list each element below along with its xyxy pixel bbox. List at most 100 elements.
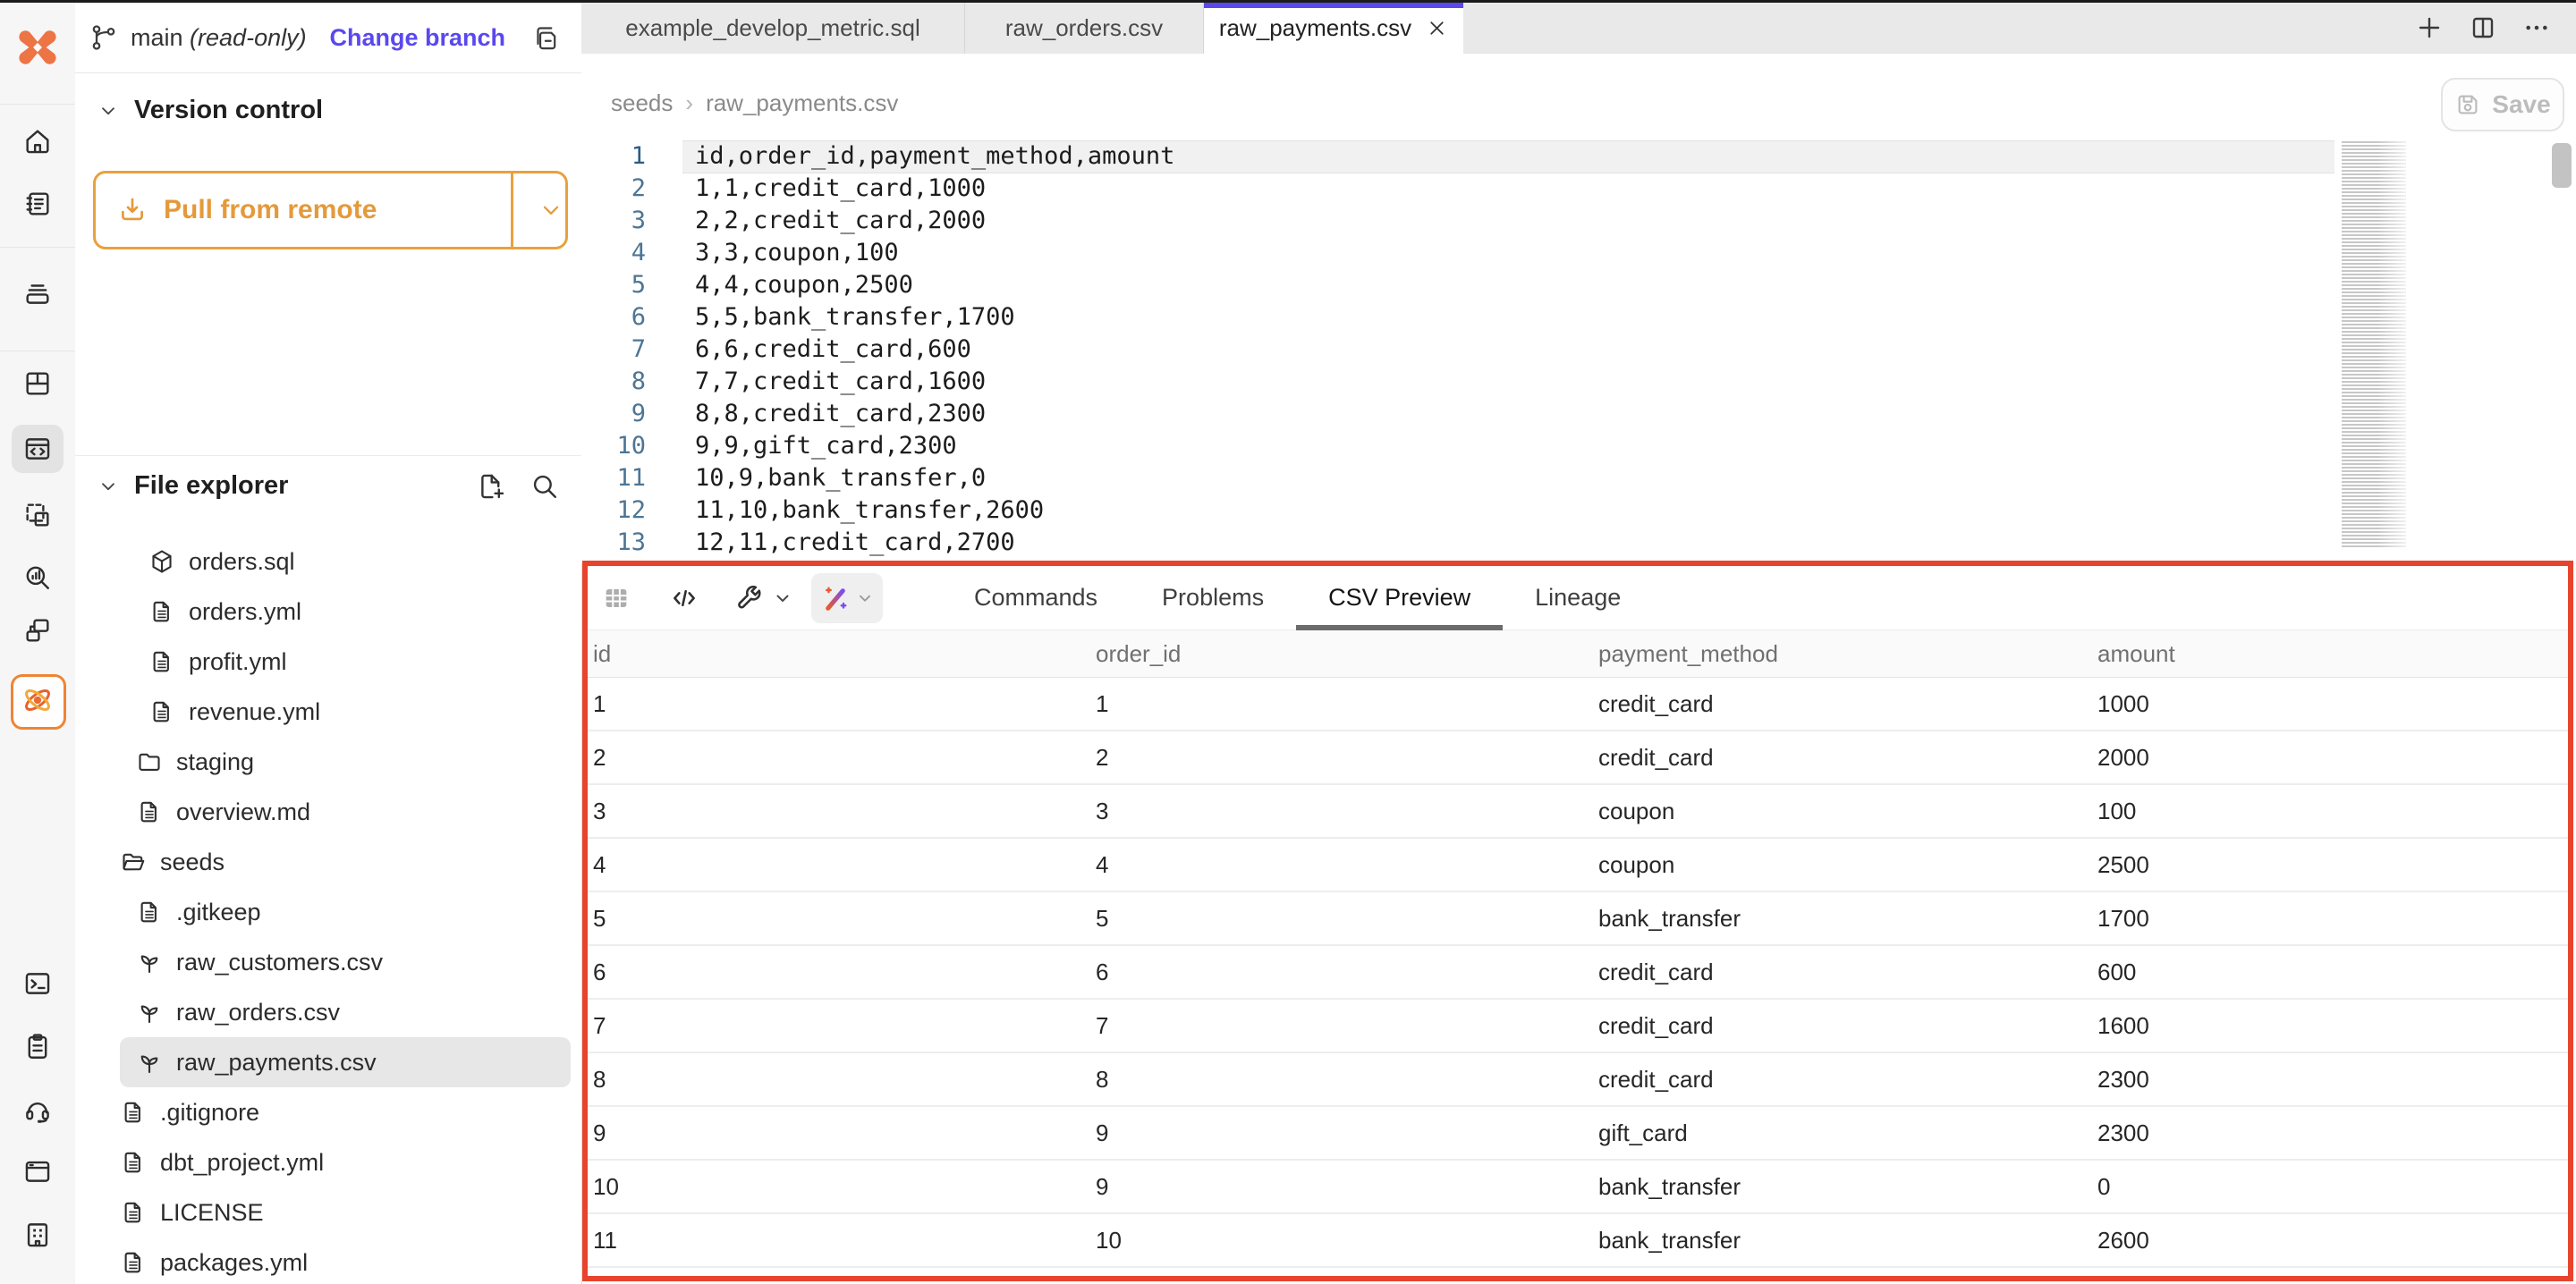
file-name: raw_orders.csv — [176, 999, 340, 1026]
new-tab-icon[interactable] — [2415, 13, 2444, 42]
table-cell: 7 — [1096, 1012, 1598, 1040]
line-number: 6 — [581, 301, 646, 334]
dashboard-icon[interactable] — [22, 368, 53, 399]
column-header-id: id — [593, 640, 1096, 668]
panel-tab-commands[interactable]: Commands — [942, 566, 1130, 629]
current-branch-label: main (read-only) — [131, 24, 307, 52]
file-item-gitignore[interactable]: .gitignore — [120, 1087, 571, 1137]
editor-tab-raw-payments-csv[interactable]: raw_payments.csv — [1204, 3, 1463, 54]
copilot-wand-button[interactable] — [811, 573, 883, 623]
editor-tab-example-develop-metric-sql[interactable]: example_develop_metric.sql — [581, 3, 965, 54]
editor-tab-bar: example_develop_metric.sqlraw_orders.csv… — [581, 3, 2576, 54]
file-item-orders-sql[interactable]: orders.sql — [120, 536, 571, 587]
panel-tab-csv-preview[interactable]: CSV Preview — [1296, 566, 1503, 629]
code-line: 6,6,credit_card,600 — [695, 334, 1174, 366]
pull-options-chevron-icon[interactable] — [530, 173, 571, 247]
more-options-icon[interactable] — [2522, 13, 2551, 42]
file-item-gitkeep[interactable]: .gitkeep — [120, 887, 571, 937]
table-cell: 6 — [1096, 959, 1598, 986]
table-row[interactable]: 109bank_transfer0 — [588, 1161, 2568, 1214]
breadcrumb-folder[interactable]: seeds — [611, 89, 673, 117]
vertical-scrollbar[interactable] — [2552, 143, 2572, 188]
file-icon — [120, 1149, 147, 1176]
compiled-code-icon[interactable] — [669, 583, 699, 613]
table-cell: 6 — [593, 959, 1096, 986]
split-editor-icon[interactable] — [2469, 13, 2497, 42]
copy-icon[interactable] — [532, 24, 560, 52]
file-item-revenue-yml[interactable]: revenue.yml — [120, 687, 571, 737]
table-row[interactable]: 66credit_card600 — [588, 946, 2568, 1000]
copilot-icon[interactable] — [20, 682, 55, 718]
file-item-raw-customers-csv[interactable]: raw_customers.csv — [120, 937, 571, 987]
terminal-icon[interactable] — [22, 968, 53, 999]
change-branch-link[interactable]: Change branch — [329, 24, 505, 52]
file-name: overview.md — [176, 798, 310, 826]
save-button[interactable]: Save — [2441, 78, 2564, 131]
file-item-dbt-project-yml[interactable]: dbt_project.yml — [120, 1137, 571, 1187]
docs-icon[interactable] — [22, 1156, 53, 1187]
code-editor[interactable]: 12345678910111213 id,order_id,payment_me… — [581, 137, 2576, 563]
file-item-seeds[interactable]: seeds — [120, 837, 571, 887]
dbt-logo-icon[interactable] — [17, 27, 58, 68]
file-icon — [136, 798, 163, 825]
minimap[interactable] — [2342, 141, 2406, 549]
support-icon[interactable] — [22, 1095, 53, 1126]
bottom-panel-toolbar: CommandsProblemsCSV PreviewLineage — [588, 566, 2568, 630]
file-item-raw-payments-csv[interactable]: raw_payments.csv — [120, 1037, 571, 1087]
apps-icon[interactable] — [22, 615, 53, 646]
branch-bar: main (read-only) Change branch — [75, 3, 581, 73]
catalog-icon[interactable] — [22, 189, 53, 219]
table-cell: 1 — [1096, 690, 1598, 718]
close-tab-icon[interactable] — [1426, 17, 1448, 39]
code-line: 10,9,bank_transfer,0 — [695, 462, 1174, 494]
organization-icon[interactable] — [22, 1220, 53, 1250]
table-cell: credit_card — [1598, 959, 2097, 986]
table-row[interactable]: 55bank_transfer1700 — [588, 892, 2568, 946]
table-cell: 2 — [1096, 744, 1598, 772]
canvas-icon[interactable] — [22, 500, 53, 530]
table-row[interactable]: 77credit_card1600 — [588, 1000, 2568, 1053]
table-row[interactable]: 11credit_card1000 — [588, 678, 2568, 731]
file-explorer-section[interactable]: File explorer — [98, 471, 288, 501]
code-line: 3,3,coupon,100 — [695, 237, 1174, 269]
new-file-icon[interactable] — [476, 471, 506, 502]
build-options-chevron-icon[interactable] — [772, 587, 793, 609]
home-icon[interactable] — [22, 126, 53, 156]
table-cell: 3 — [593, 798, 1096, 825]
table-row[interactable]: 1110bank_transfer2600 — [588, 1214, 2568, 1268]
window-top-edge — [0, 0, 2576, 3]
build-wrench-icon[interactable] — [734, 583, 765, 613]
table-row[interactable]: 22credit_card2000 — [588, 731, 2568, 785]
file-item-staging[interactable]: staging — [120, 737, 571, 787]
clipboard-icon[interactable] — [22, 1031, 53, 1061]
line-number: 7 — [581, 334, 646, 366]
code-line: 7,7,credit_card,1600 — [695, 366, 1174, 398]
panel-tab-lineage[interactable]: Lineage — [1503, 566, 1653, 629]
table-row[interactable]: 99gift_card2300 — [588, 1107, 2568, 1161]
panel-tab-problems[interactable]: Problems — [1130, 566, 1296, 629]
file-item-profit-yml[interactable]: profit.yml — [120, 637, 571, 687]
file-item-raw-orders-csv[interactable]: raw_orders.csv — [120, 987, 571, 1037]
editor-tab-raw-orders-csv[interactable]: raw_orders.csv — [965, 3, 1204, 54]
version-control-section[interactable]: Version control — [98, 96, 323, 125]
table-cell: 8 — [1096, 1066, 1598, 1094]
table-cell: gift_card — [1598, 1119, 2097, 1147]
line-number: 10 — [581, 430, 646, 462]
seed-icon — [136, 999, 163, 1026]
file-icon — [148, 598, 175, 625]
file-item-packages-yml[interactable]: packages.yml — [120, 1238, 571, 1284]
table-row[interactable]: 33coupon100 — [588, 785, 2568, 839]
results-table-icon[interactable] — [602, 584, 631, 612]
insights-icon[interactable] — [22, 562, 53, 593]
jobs-icon[interactable] — [22, 278, 53, 308]
search-icon[interactable] — [530, 471, 560, 502]
pull-from-remote-button[interactable]: Pull from remote — [93, 171, 568, 249]
file-item-overview-md[interactable]: overview.md — [120, 787, 571, 837]
file-item-license[interactable]: LICENSE — [120, 1187, 571, 1238]
develop-icon[interactable] — [22, 434, 53, 464]
table-row[interactable]: 88credit_card2300 — [588, 1053, 2568, 1107]
activity-bar-divider — [0, 104, 75, 105]
table-row[interactable]: 44coupon2500 — [588, 839, 2568, 892]
code-line: id,order_id,payment_method,amount — [695, 140, 1174, 173]
file-item-orders-yml[interactable]: orders.yml — [120, 587, 571, 637]
